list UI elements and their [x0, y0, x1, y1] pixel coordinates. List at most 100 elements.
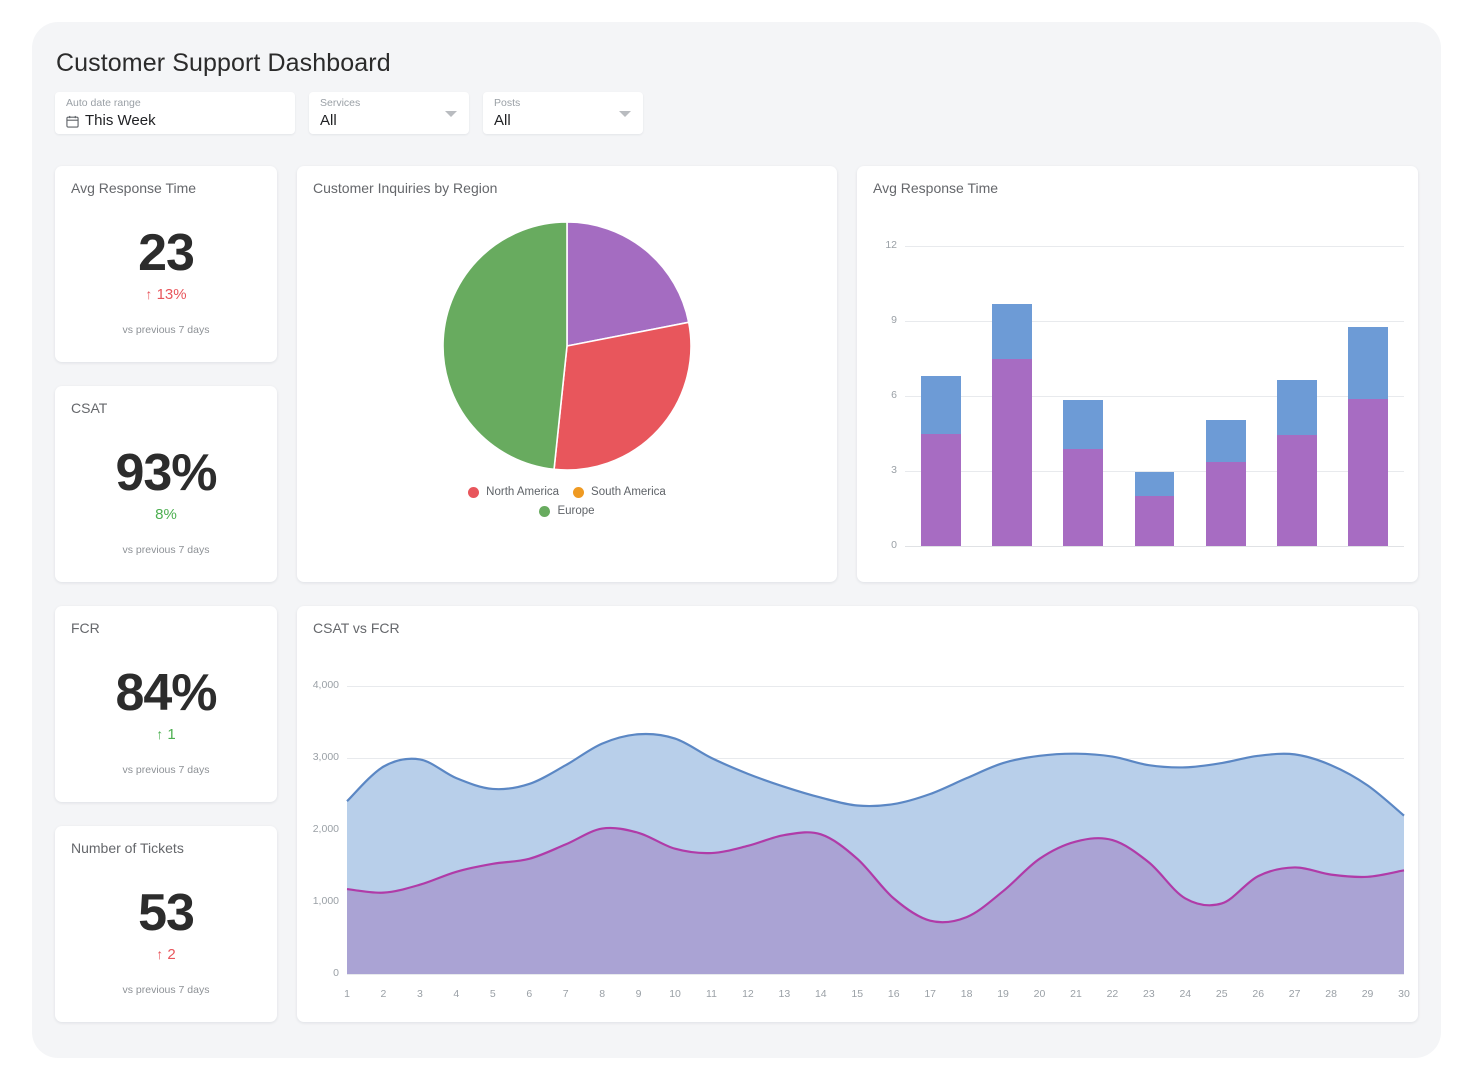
y-axis-tick: 9 — [865, 314, 897, 326]
bar-chart: 036912 — [857, 166, 1418, 582]
filter-services-value: All — [320, 111, 457, 131]
x-axis-tick: 26 — [1247, 988, 1269, 1000]
legend-swatch — [573, 487, 584, 498]
kpi-delta: ↑ 1 — [156, 725, 176, 744]
kpi-card-csat[interactable]: CSAT 93% 8% vs previous 7 days — [55, 386, 277, 582]
legend-item-north-america[interactable]: North America — [468, 486, 559, 498]
bar-segment-upper[interactable] — [992, 304, 1032, 359]
x-axis-tick: 13 — [773, 988, 795, 1000]
x-axis-tick: 14 — [810, 988, 832, 1000]
pie-slice-2[interactable] — [443, 222, 567, 469]
legend-label: North America — [486, 486, 559, 498]
kpi-value: 23 — [138, 225, 194, 281]
arrow-up-icon: ↑ — [156, 726, 163, 742]
kpi-value: 53 — [138, 885, 194, 941]
kpi-footer: vs previous 7 days — [55, 324, 277, 336]
gridline — [905, 246, 1404, 247]
legend-label: South America — [591, 486, 666, 498]
x-axis-tick: 21 — [1065, 988, 1087, 1000]
kpi-footer: vs previous 7 days — [55, 984, 277, 996]
x-axis-tick: 3 — [409, 988, 431, 1000]
x-axis-tick: 16 — [883, 988, 905, 1000]
bar-segment-upper[interactable] — [1348, 327, 1388, 398]
pie-chart: North America South America Europe — [297, 208, 837, 582]
kpi-delta: ↑ 13% — [145, 285, 186, 304]
kpi-delta-value: 8% — [155, 506, 177, 523]
filter-posts-label: Posts — [494, 97, 631, 110]
page-title: Customer Support Dashboard — [56, 49, 391, 78]
x-axis-tick: 10 — [664, 988, 686, 1000]
pie-slice-1[interactable] — [554, 322, 691, 470]
x-axis-tick: 25 — [1211, 988, 1233, 1000]
dashboard-panel: Customer Support Dashboard Auto date ran… — [32, 22, 1441, 1058]
x-axis-tick: 1 — [336, 988, 358, 1000]
legend-row-2: Europe — [357, 505, 777, 517]
bar-segment-lower[interactable] — [1277, 435, 1317, 546]
bar-segment-lower[interactable] — [921, 434, 961, 547]
bar-segment-lower[interactable] — [1348, 399, 1388, 547]
chevron-down-icon[interactable] — [445, 111, 457, 117]
y-axis-tick: 6 — [865, 389, 897, 401]
legend-item-europe[interactable]: Europe — [539, 505, 594, 517]
legend-swatch — [539, 506, 550, 517]
x-axis-tick: 7 — [555, 988, 577, 1000]
kpi-delta-value: 2 — [167, 946, 175, 963]
kpi-card-avg-response-time[interactable]: Avg Response Time 23 ↑ 13% vs previous 7… — [55, 166, 277, 362]
pie-legend: North America South America Europe — [297, 486, 837, 517]
bar-segment-upper[interactable] — [1135, 472, 1175, 496]
area-svg — [297, 606, 1418, 1022]
bar-segment-lower[interactable] — [1206, 462, 1246, 546]
x-axis-tick: 22 — [1101, 988, 1123, 1000]
filter-services[interactable]: Services All — [309, 92, 469, 134]
x-axis-tick: 15 — [846, 988, 868, 1000]
x-axis-tick: 23 — [1138, 988, 1160, 1000]
kpi-delta: ↑ 2 — [156, 945, 176, 964]
x-axis-tick: 28 — [1320, 988, 1342, 1000]
kpi-footer: vs previous 7 days — [55, 764, 277, 776]
x-axis-tick: 17 — [919, 988, 941, 1000]
x-axis-tick: 5 — [482, 988, 504, 1000]
filter-posts[interactable]: Posts All — [483, 92, 643, 134]
kpi-delta-value: 1 — [167, 726, 175, 743]
x-axis-tick: 18 — [956, 988, 978, 1000]
pie-svg — [442, 221, 692, 471]
filter-posts-value: All — [494, 111, 631, 131]
x-axis-tick: 4 — [445, 988, 467, 1000]
legend-swatch — [468, 487, 479, 498]
filter-bar: Auto date range This Week Services All — [55, 92, 643, 134]
x-axis-tick: 6 — [518, 988, 540, 1000]
kpi-card-fcr[interactable]: FCR 84% ↑ 1 vs previous 7 days — [55, 606, 277, 802]
bar-segment-lower[interactable] — [1063, 449, 1103, 547]
chart-card-csat-vs-fcr[interactable]: CSAT vs FCR 01,0002,0003,0004,0001234567… — [297, 606, 1418, 1022]
legend-label: Europe — [557, 505, 594, 517]
calendar-icon — [66, 115, 79, 128]
kpi-delta: 8% — [155, 505, 177, 524]
filter-date-range-value: This Week — [85, 111, 156, 131]
x-axis-tick: 20 — [1029, 988, 1051, 1000]
bar-segment-upper[interactable] — [1206, 420, 1246, 463]
x-axis-tick: 30 — [1393, 988, 1415, 1000]
chevron-down-icon[interactable] — [619, 111, 631, 117]
kpi-card-number-of-tickets[interactable]: Number of Tickets 53 ↑ 2 vs previous 7 d… — [55, 826, 277, 1022]
area-chart: 01,0002,0003,0004,0001234567891011121314… — [297, 606, 1418, 1022]
x-axis-tick: 19 — [992, 988, 1014, 1000]
x-axis-tick: 11 — [700, 988, 722, 1000]
x-axis-line — [905, 546, 1404, 547]
bar-segment-lower[interactable] — [1135, 496, 1175, 546]
bar-segment-upper[interactable] — [921, 376, 961, 434]
x-axis-tick: 12 — [737, 988, 759, 1000]
bar-segment-upper[interactable] — [1277, 380, 1317, 435]
x-axis-tick: 27 — [1284, 988, 1306, 1000]
chart-card-customer-inquiries-by-region[interactable]: Customer Inquiries by Region North Ameri… — [297, 166, 837, 582]
arrow-up-icon: ↑ — [145, 286, 152, 302]
filter-date-range[interactable]: Auto date range This Week — [55, 92, 295, 134]
chart-card-avg-response-time-bar[interactable]: Avg Response Time 036912 — [857, 166, 1418, 582]
filter-services-label: Services — [320, 97, 457, 110]
legend-item-south-america[interactable]: South America — [573, 486, 666, 498]
kpi-footer: vs previous 7 days — [55, 544, 277, 556]
kpi-value: 84% — [115, 665, 216, 721]
bar-segment-upper[interactable] — [1063, 400, 1103, 449]
bar-segment-lower[interactable] — [992, 359, 1032, 547]
gridline — [905, 321, 1404, 322]
chart-title: Customer Inquiries by Region — [313, 180, 497, 196]
